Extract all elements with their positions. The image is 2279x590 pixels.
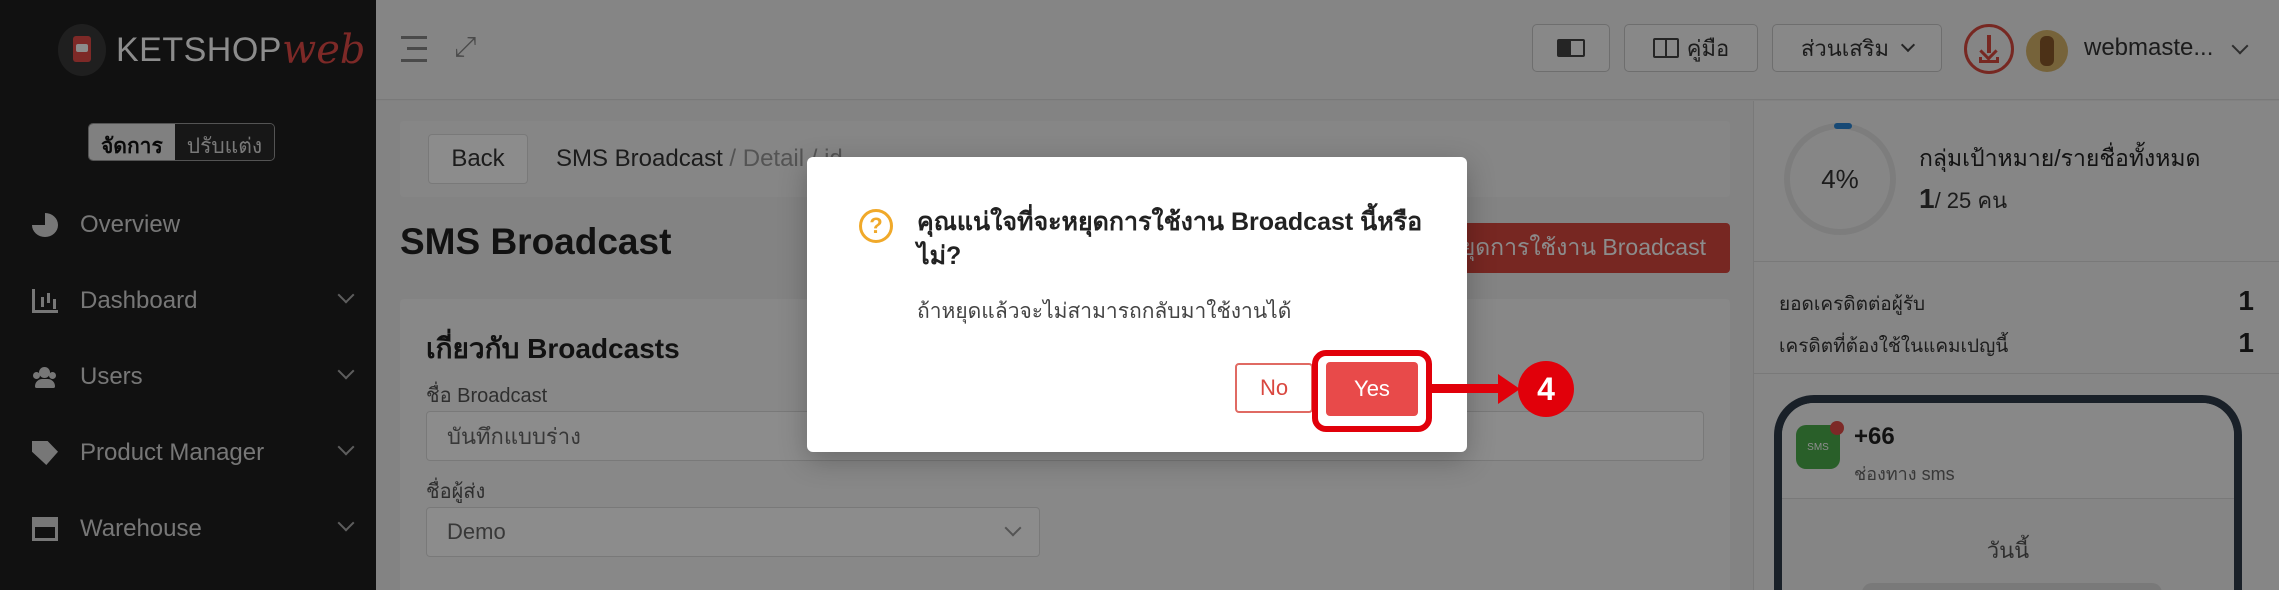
- annotation-arrow-head: [1498, 374, 1520, 404]
- annotation-arrow: [1432, 384, 1504, 393]
- dialog-title: คุณแน่ใจที่จะหยุดการใช้งาน Broadcast นี้…: [917, 208, 1423, 270]
- step-number-badge: 4: [1518, 361, 1574, 417]
- dialog-message: ถ้าหยุดแล้วจะไม่สามารถกลับมาใช้งานได้: [917, 300, 1292, 323]
- yes-button[interactable]: Yes: [1326, 362, 1418, 416]
- no-button[interactable]: No: [1235, 363, 1313, 413]
- question-icon: ?: [859, 209, 893, 243]
- confirm-dialog: ? คุณแน่ใจที่จะหยุดการใช้งาน Broadcast น…: [807, 157, 1467, 452]
